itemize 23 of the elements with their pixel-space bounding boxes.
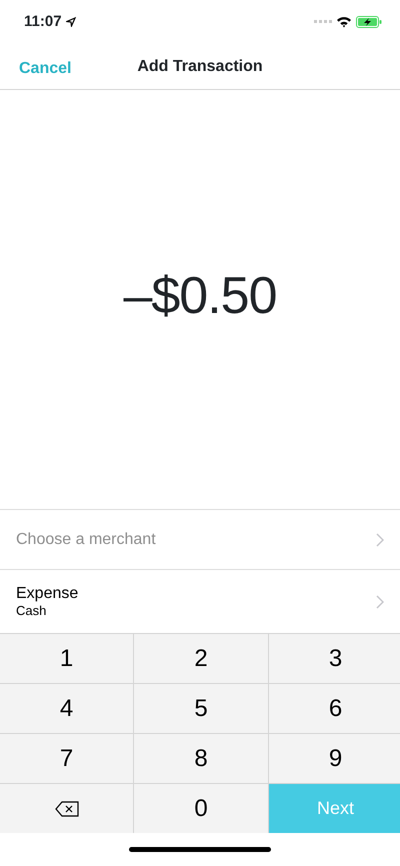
digit-key[interactable]: 3 bbox=[269, 634, 400, 683]
chevron-right-icon bbox=[376, 594, 384, 608]
location-arrow-icon bbox=[66, 17, 76, 27]
category-title: Expense bbox=[16, 584, 78, 602]
wifi-icon bbox=[336, 16, 352, 28]
backspace-icon bbox=[54, 800, 78, 816]
digit-key[interactable]: 8 bbox=[134, 734, 268, 783]
digit-key[interactable]: 6 bbox=[269, 684, 400, 733]
battery-icon bbox=[356, 16, 382, 28]
account-label: Cash bbox=[16, 602, 48, 618]
digit-key[interactable]: 7 bbox=[0, 734, 133, 783]
digit-key[interactable]: 1 bbox=[0, 634, 133, 683]
digit-key[interactable]: 5 bbox=[134, 684, 268, 733]
chevron-right-icon bbox=[376, 532, 384, 546]
status-time: 11:07 bbox=[24, 12, 62, 32]
screen-title: Add Transaction bbox=[137, 56, 263, 76]
amount-display: –$0.50 bbox=[123, 266, 277, 326]
backspace-key[interactable] bbox=[0, 784, 133, 833]
digit-key[interactable]: 9 bbox=[269, 734, 400, 783]
digit-key[interactable]: 0 bbox=[134, 784, 268, 833]
digit-key[interactable]: 4 bbox=[0, 684, 133, 733]
digit-key[interactable]: 2 bbox=[134, 634, 268, 683]
signal-icon bbox=[314, 20, 332, 24]
